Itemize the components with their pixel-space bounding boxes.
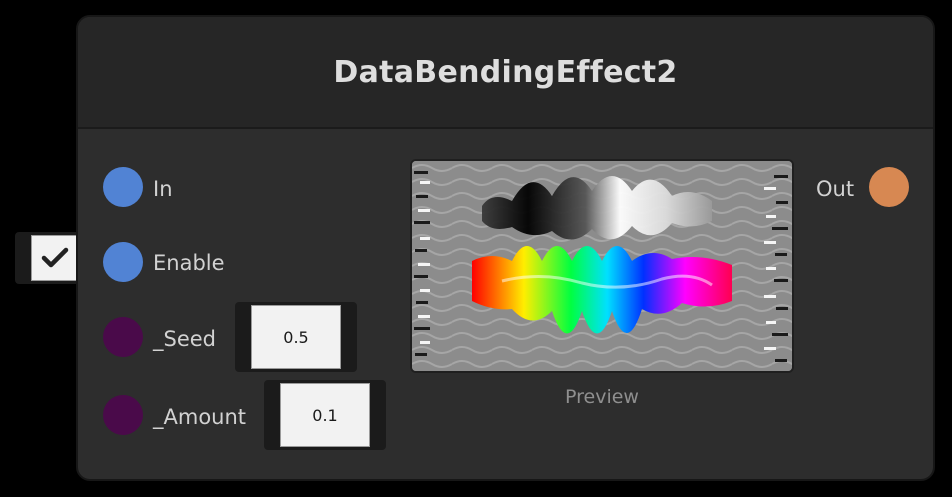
seed-port[interactable] xyxy=(103,317,143,357)
amount-port[interactable] xyxy=(103,395,143,435)
amount-field[interactable]: 0.1 xyxy=(280,383,370,447)
seed-field[interactable]: 0.5 xyxy=(251,305,341,369)
in-port[interactable] xyxy=(103,167,143,207)
checkmark-icon xyxy=(41,247,68,268)
amount-field-container: 0.1 xyxy=(264,380,386,450)
amount-port-label: _Amount xyxy=(153,405,247,429)
seed-port-label: _Seed xyxy=(153,327,216,351)
seed-field-container: 0.5 xyxy=(235,302,357,372)
enable-port[interactable] xyxy=(103,242,143,282)
preview-image xyxy=(410,159,794,373)
preview-label: Preview xyxy=(565,386,639,408)
out-port[interactable] xyxy=(869,167,909,207)
node-title: DataBendingEffect2 xyxy=(333,54,678,90)
out-port-label: Out xyxy=(816,177,855,201)
enable-checkbox[interactable] xyxy=(31,235,78,281)
preview-texture xyxy=(412,161,792,371)
enable-port-label: Enable xyxy=(153,251,225,275)
in-port-label: In xyxy=(153,177,173,201)
node-header[interactable]: DataBendingEffect2 xyxy=(78,17,933,129)
